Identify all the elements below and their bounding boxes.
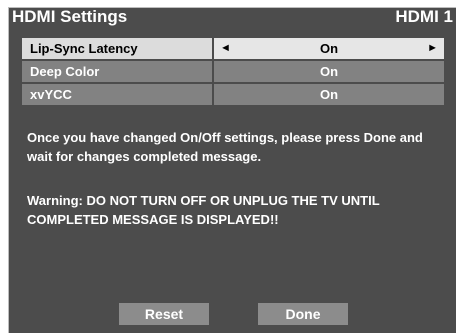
setting-label: Deep Color: [22, 61, 212, 82]
settings-list: Lip-Sync Latency ◄ On ► Deep Color On xv…: [22, 38, 444, 107]
setting-value: On: [319, 64, 339, 79]
arrow-left-icon[interactable]: ◄: [220, 38, 231, 59]
setting-value: On: [319, 41, 339, 56]
setting-value-selector[interactable]: ◄ On ►: [214, 38, 444, 59]
setting-label: Lip-Sync Latency: [22, 38, 212, 59]
setting-value-selector[interactable]: On: [214, 84, 444, 105]
setting-value: On: [319, 87, 339, 102]
setting-label: xvYCC: [22, 84, 212, 105]
warning-message: Warning: DO NOT TURN OFF OR UNPLUG THE T…: [27, 193, 380, 227]
page-title: HDMI Settings: [12, 7, 128, 26]
input-source-label: HDMI 1: [395, 7, 453, 26]
reset-button[interactable]: Reset: [119, 303, 209, 325]
done-button[interactable]: Done: [258, 303, 348, 325]
setting-row-deep-color[interactable]: Deep Color On: [22, 61, 444, 82]
setting-value-selector[interactable]: On: [214, 61, 444, 82]
arrow-right-icon[interactable]: ►: [427, 38, 438, 59]
setting-row-lip-sync-latency[interactable]: Lip-Sync Latency ◄ On ►: [22, 38, 444, 59]
setting-row-xvycc[interactable]: xvYCC On: [22, 84, 444, 105]
instruction-message: Once you have changed On/Off settings, p…: [27, 130, 423, 164]
